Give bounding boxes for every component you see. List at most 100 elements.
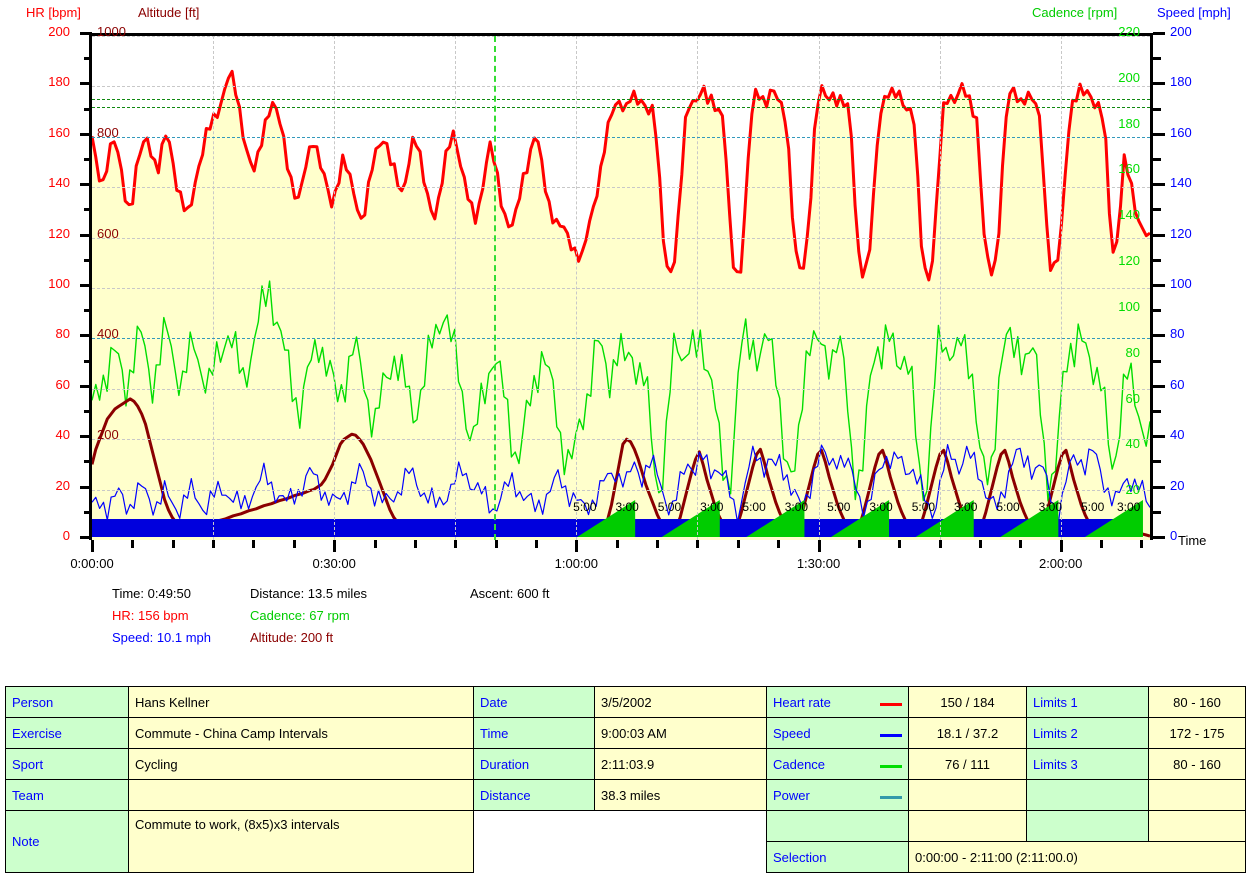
cadence-tick-label: 20 bbox=[1125, 482, 1140, 498]
speed-tick-minor bbox=[1153, 57, 1161, 61]
cell-date-label[interactable]: Date bbox=[473, 686, 595, 718]
cell-exercise-label[interactable]: Exercise bbox=[5, 717, 129, 749]
cell-power-label[interactable]: Power bbox=[766, 779, 909, 811]
limit-line bbox=[92, 99, 1150, 100]
cell-cadence-value[interactable]: 76 / 111 bbox=[908, 748, 1027, 780]
cell-sport-label[interactable]: Sport bbox=[5, 748, 129, 780]
speed-tick-label: 140 bbox=[1170, 175, 1192, 191]
cell-selection-value[interactable]: 0:00:00 - 2:11:00 (2:11:00.0) bbox=[908, 841, 1246, 873]
summary-distance: Distance: 13.5 miles bbox=[250, 586, 368, 601]
cadence-tick-label: 160 bbox=[1118, 161, 1140, 177]
cell-limits1-value[interactable]: 80 - 160 bbox=[1148, 686, 1246, 718]
cell-duration-value[interactable]: 2:11:03.9 bbox=[594, 748, 767, 780]
cell-time-value[interactable]: 9:00:03 AM bbox=[594, 717, 767, 749]
cell-extra-blank-value bbox=[908, 810, 1027, 842]
hr-tick-major bbox=[80, 435, 92, 439]
speed-tick-major bbox=[1153, 82, 1165, 86]
table-row: Sport Cycling Duration 2:11:03.9 Cadence… bbox=[5, 748, 1246, 780]
cell-heart-rate-value[interactable]: 150 / 184 bbox=[908, 686, 1027, 718]
plot-canvas[interactable]: 5:00 3:00 5:00 3:00 5:00 3:00 5:00 3:00 5:00 3:00… bbox=[92, 33, 1150, 540]
hr-tick-minor bbox=[84, 258, 92, 262]
time-tick-minor bbox=[898, 540, 902, 548]
cell-limits2-label[interactable]: Limits 2 bbox=[1026, 717, 1149, 749]
cell-speed-label[interactable]: Speed bbox=[766, 717, 909, 749]
cell-time-label[interactable]: Time bbox=[473, 717, 595, 749]
time-tick-minor bbox=[413, 540, 417, 548]
speed-tick-major bbox=[1153, 536, 1165, 539]
time-tick-minor bbox=[615, 540, 619, 548]
cell-selection-label[interactable]: Selection bbox=[766, 841, 909, 873]
time-tick-major bbox=[575, 540, 579, 552]
cadence-tick-label: 180 bbox=[1118, 115, 1140, 131]
hr-tick-major bbox=[80, 183, 92, 187]
cell-note-label[interactable]: Note bbox=[5, 810, 129, 873]
time-tick-label: 1:30:00 bbox=[796, 556, 841, 571]
time-tick-minor bbox=[292, 540, 296, 548]
hr-tick-major bbox=[80, 334, 92, 338]
time-tick-minor bbox=[454, 540, 458, 548]
speed-tick-label: 20 bbox=[1170, 477, 1185, 493]
time-cursor-line[interactable] bbox=[494, 36, 497, 540]
cell-person-label[interactable]: Person bbox=[5, 686, 129, 718]
cell-date-value[interactable]: 3/5/2002 bbox=[594, 686, 767, 718]
table-row: Note Commute to work, (8x5)x3 intervals bbox=[5, 810, 1246, 873]
cell-exercise-value[interactable]: Commute - China Camp Intervals bbox=[128, 717, 474, 749]
time-tick-label: 1:00:00 bbox=[554, 556, 599, 571]
speed-tick-label: 180 bbox=[1170, 74, 1192, 90]
cell-extra-blank-label2 bbox=[1026, 810, 1149, 842]
hr-axis-title: HR [bpm] bbox=[26, 5, 81, 20]
cell-limits-blank-1 bbox=[1026, 779, 1149, 811]
cadence-tick-label: 100 bbox=[1118, 298, 1140, 314]
cadence-tick-label: 140 bbox=[1118, 207, 1140, 223]
hr-tick-major bbox=[80, 32, 92, 35]
speed-tick-minor bbox=[1153, 158, 1161, 161]
speed-tick-minor bbox=[1153, 107, 1161, 111]
cell-distance-label[interactable]: Distance bbox=[473, 779, 595, 811]
speed-tick-label: 60 bbox=[1170, 376, 1185, 392]
power-color-swatch bbox=[880, 795, 902, 799]
hr-tick-label: 100 bbox=[48, 276, 70, 291]
time-tick-minor bbox=[938, 540, 942, 548]
time-tick-major bbox=[1059, 540, 1063, 552]
table-row: Person Hans Kellner Date 3/5/2002 Heart … bbox=[5, 686, 1246, 718]
hr-tick-minor bbox=[84, 57, 92, 61]
time-tick-minor bbox=[171, 540, 175, 548]
cell-limits2-value[interactable]: 172 - 175 bbox=[1148, 717, 1246, 749]
cell-cadence-label[interactable]: Cadence bbox=[766, 748, 909, 780]
cell-team-value[interactable] bbox=[128, 779, 474, 811]
time-tick-minor bbox=[1019, 540, 1023, 548]
hr-tick-minor bbox=[84, 158, 92, 161]
cell-team-label[interactable]: Team bbox=[5, 779, 129, 811]
cell-duration-label[interactable]: Duration bbox=[473, 748, 595, 780]
cell-limits3-value[interactable]: 80 - 160 bbox=[1148, 748, 1246, 780]
time-tick-label: 2:00:00 bbox=[1038, 556, 1083, 571]
hr-tick-minor bbox=[84, 359, 92, 363]
cell-note-value[interactable]: Commute to work, (8x5)x3 intervals bbox=[128, 810, 474, 873]
hr-tick-major bbox=[80, 536, 92, 539]
cell-limits1-label[interactable]: Limits 1 bbox=[1026, 686, 1149, 718]
hr-tick-label: 40 bbox=[55, 427, 70, 443]
hr-tick-major bbox=[80, 82, 92, 86]
table-row: Team Distance 38.3 miles Power bbox=[5, 779, 1246, 811]
time-tick-minor bbox=[696, 540, 700, 548]
cell-power-value[interactable] bbox=[908, 779, 1027, 811]
speed-tick-label: 200 bbox=[1170, 24, 1192, 39]
summary-altitude: Altitude: 200 ft bbox=[250, 630, 334, 645]
time-tick-label: 0:00:00 bbox=[70, 556, 114, 571]
limit-line bbox=[92, 338, 1150, 340]
cell-limits3-label[interactable]: Limits 3 bbox=[1026, 748, 1149, 780]
altitude-tick-label: 200 bbox=[97, 427, 119, 443]
cell-speed-value[interactable]: 18.1 / 37.2 bbox=[908, 717, 1027, 749]
cell-person-value[interactable]: Hans Kellner bbox=[128, 686, 474, 718]
cell-heart-rate-label[interactable]: Heart rate bbox=[766, 686, 909, 718]
cell-distance-value[interactable]: 38.3 miles bbox=[594, 779, 767, 811]
time-tick-minor bbox=[656, 540, 660, 548]
time-tick-minor bbox=[212, 540, 216, 548]
cadence-label-text: Cadence bbox=[773, 756, 826, 772]
interval-duration-label: 3:00 bbox=[615, 500, 639, 514]
hr-tick-major bbox=[80, 284, 92, 287]
cell-sport-value[interactable]: Cycling bbox=[128, 748, 474, 780]
speed-tick-label: 80 bbox=[1170, 326, 1185, 342]
cadence-tick-label: 40 bbox=[1125, 436, 1140, 452]
interval-duration-label: 3:00 bbox=[1038, 500, 1063, 514]
